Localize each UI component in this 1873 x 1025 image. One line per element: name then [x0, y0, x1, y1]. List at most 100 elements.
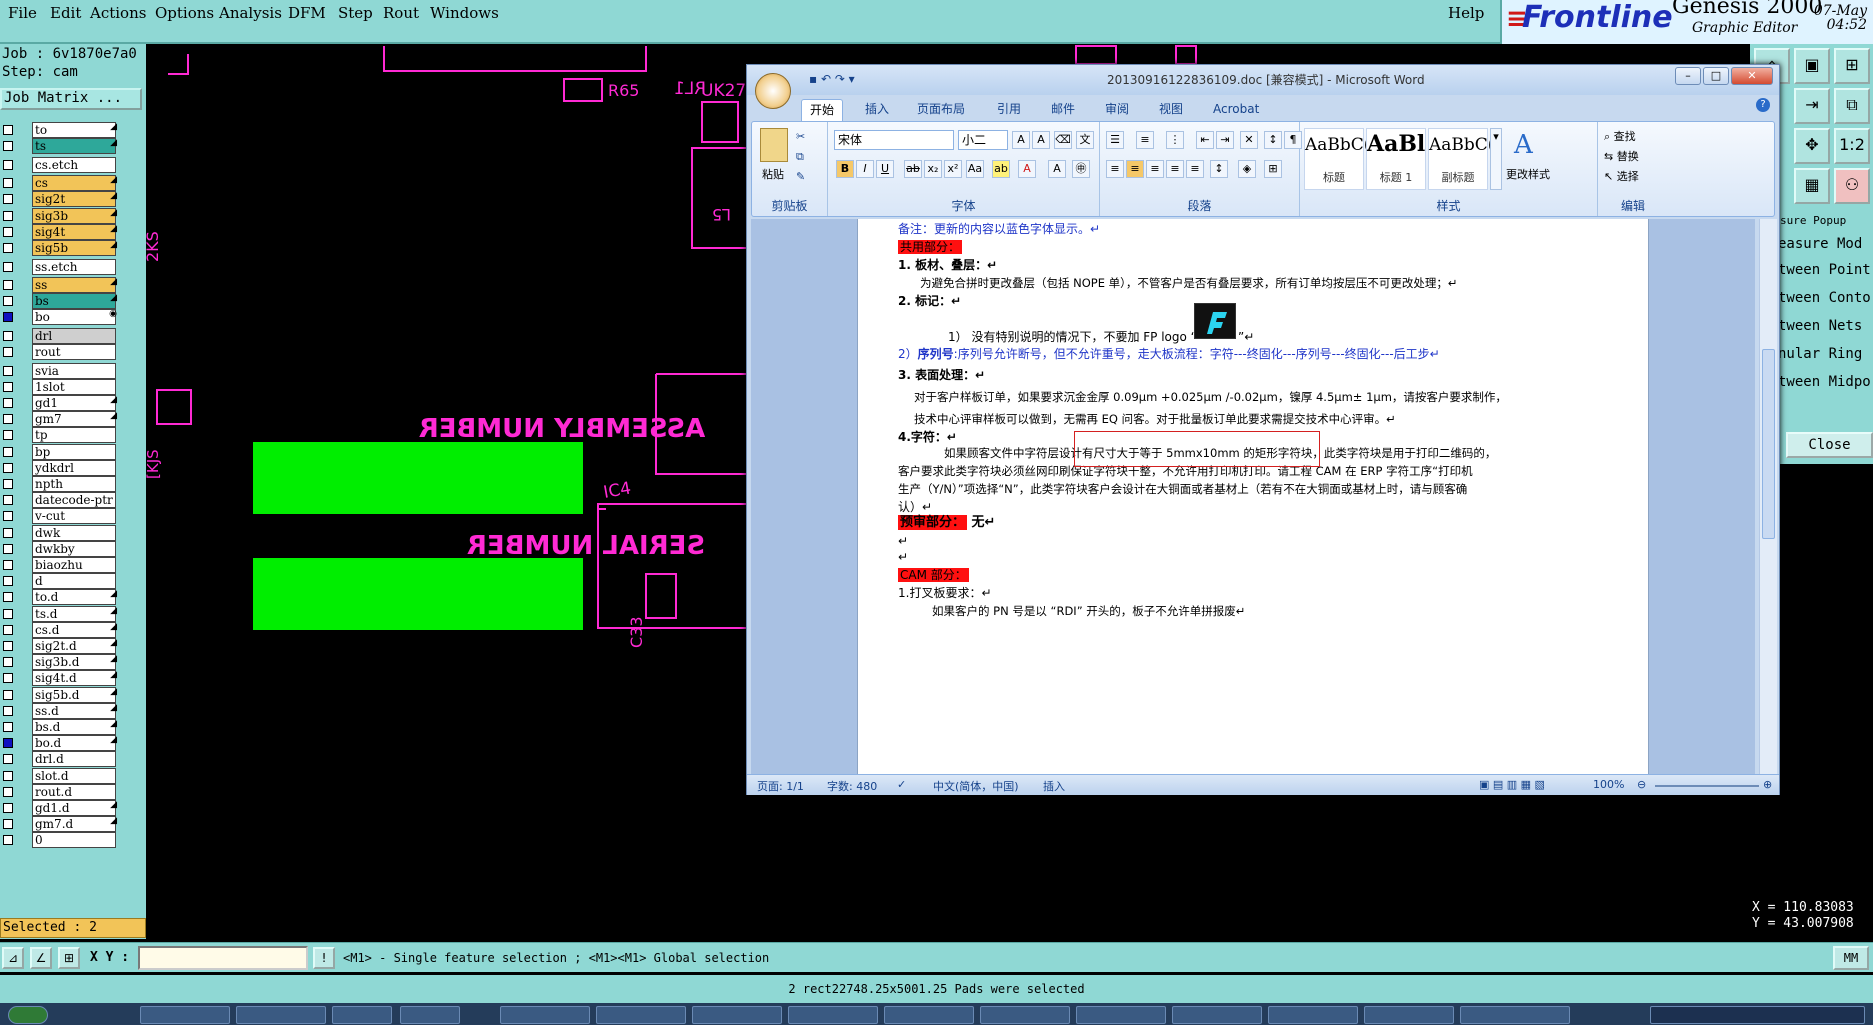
close-icon[interactable]: ✕ — [1731, 67, 1773, 85]
layer-name[interactable]: 0 — [32, 832, 116, 849]
layer-name[interactable]: datecode-ptr — [32, 492, 116, 509]
taskbar-item[interactable] — [500, 1006, 590, 1024]
tab-view[interactable]: 视图 — [1151, 99, 1191, 121]
layer-checkbox[interactable] — [3, 446, 13, 457]
layer-name[interactable]: d — [32, 573, 116, 590]
align-center-icon[interactable]: ≡ — [1126, 160, 1144, 178]
layer-name[interactable]: sig3b — [32, 207, 116, 224]
layer-name[interactable]: bp — [32, 443, 116, 460]
clear-format-icon[interactable]: ⌫ — [1054, 131, 1072, 149]
style-subtitle[interactable]: AaBbC( 副标题 — [1428, 128, 1494, 190]
measure-between-contours[interactable]: tween Conto — [1778, 290, 1873, 316]
layer-row[interactable]: bo ◉ — [0, 309, 118, 326]
layer-name[interactable]: drl — [32, 327, 116, 344]
document-area[interactable]: 备注：更新的内容以蓝色字体显示。↵ 共用部分： 1. 板材、叠层：↵ 为避免合拼… — [751, 219, 1755, 774]
serial-number-pad[interactable] — [253, 558, 583, 630]
layer-row[interactable]: sig5b.d ◢ — [0, 686, 118, 703]
tab-page-layout[interactable]: 页面布局 — [909, 99, 973, 121]
word-count[interactable]: 字数: 480 — [827, 778, 877, 794]
layer-name[interactable]: ss — [32, 277, 116, 293]
char-shading-icon[interactable]: A — [1048, 160, 1066, 178]
cut-icon[interactable]: ✂ — [796, 130, 805, 143]
taskbar-item[interactable] — [332, 1006, 392, 1024]
layer-checkbox[interactable] — [3, 673, 13, 684]
layer-row[interactable]: ts.d ◢ — [0, 605, 118, 622]
layer-checkbox[interactable] — [3, 641, 13, 651]
measure-icon[interactable]: ⚇ — [1834, 168, 1870, 204]
menu-file[interactable]: File — [8, 4, 37, 22]
layer-checkbox[interactable] — [3, 479, 13, 489]
layer-name[interactable]: sig5b — [32, 240, 116, 256]
zoom-slider[interactable] — [1655, 785, 1759, 787]
layer-row[interactable]: bs ◢ — [0, 293, 118, 310]
layer-checkbox[interactable] — [3, 280, 13, 290]
change-styles-label[interactable]: 更改样式 — [1506, 166, 1550, 182]
layer-name[interactable]: tp — [32, 427, 116, 444]
layer-row[interactable]: drl — [0, 327, 118, 344]
layer-checkbox[interactable] — [3, 803, 13, 813]
job-matrix-button[interactable]: Job Matrix ... — [0, 88, 142, 110]
layer-checkbox[interactable] — [3, 365, 13, 376]
shrink-font-icon[interactable]: A — [1032, 131, 1050, 149]
layer-name[interactable]: bs.d — [32, 719, 116, 735]
layer-checkbox[interactable] — [3, 178, 13, 189]
measure-close-button[interactable]: Close — [1786, 432, 1873, 458]
layer-row[interactable]: svia — [0, 362, 118, 379]
layer-checkbox[interactable] — [3, 722, 13, 732]
font-color-icon[interactable]: A — [1018, 160, 1036, 178]
layer-name[interactable]: dwk — [32, 524, 116, 541]
layer-row[interactable]: ss.etch — [0, 258, 118, 275]
measure-between-points[interactable]: tween Point — [1778, 262, 1873, 288]
multilevel-list-icon[interactable]: ⋮ — [1166, 131, 1184, 149]
start-button[interactable] — [8, 1006, 48, 1024]
highlight-icon[interactable]: ab — [992, 160, 1010, 178]
font-size-select[interactable]: 小二 — [958, 130, 1008, 150]
layer-name[interactable]: v-cut — [32, 508, 116, 525]
layer-name[interactable]: rout.d — [32, 783, 116, 800]
menu-dfm[interactable]: DFM — [288, 4, 326, 22]
taskbar-item[interactable] — [400, 1006, 460, 1024]
layer-row[interactable]: 0 — [0, 832, 118, 849]
tab-mailings[interactable]: 邮件 — [1043, 99, 1083, 121]
bullets-icon[interactable]: ☰ — [1106, 131, 1124, 149]
xy-input[interactable] — [138, 946, 308, 970]
layer-row[interactable]: gd1.d ◢ — [0, 800, 118, 816]
view-buttons[interactable]: ▣ ▤ ▥ ▦ ▧ — [1479, 778, 1545, 791]
page-count[interactable]: 页面: 1/1 — [757, 778, 804, 794]
layer-name[interactable]: svia — [32, 362, 116, 379]
layer-checkbox[interactable] — [3, 330, 13, 341]
layer-checkbox[interactable] — [3, 560, 13, 570]
menu-help[interactable]: Help — [1448, 4, 1484, 22]
layer-row[interactable]: v-cut — [0, 508, 118, 525]
layer-checkbox[interactable] — [3, 159, 13, 170]
select-button[interactable]: ↖ 选择 — [1604, 168, 1639, 184]
layer-row[interactable]: gd1 ◢ — [0, 395, 118, 411]
menu-windows[interactable]: Windows — [430, 4, 499, 22]
line-spacing-icon[interactable]: ↕ — [1210, 160, 1228, 178]
layer-row[interactable]: to ◢ — [0, 122, 118, 138]
layer-row[interactable]: sig2t ◢ — [0, 191, 118, 208]
fit-icon[interactable]: ⊞ — [1834, 48, 1870, 84]
style-title[interactable]: AaBbC( 标题 — [1304, 128, 1370, 190]
layer-checkbox[interactable] — [3, 462, 13, 473]
font-name-select[interactable]: 宋体 — [834, 130, 954, 150]
layer-checkbox[interactable] — [3, 226, 13, 237]
layer-checkbox[interactable] — [3, 398, 13, 408]
taskbar-item[interactable] — [692, 1006, 782, 1024]
layer-row[interactable]: sig4t ◢ — [0, 223, 118, 240]
taskbar-item[interactable] — [596, 1006, 686, 1024]
layer-row[interactable]: to.d ◢ — [0, 589, 118, 606]
layer-row[interactable]: biaozhu — [0, 557, 118, 573]
layer-name[interactable]: bo — [32, 309, 116, 326]
layer-name[interactable]: ss.etch — [32, 258, 116, 275]
layer-row[interactable]: tp — [0, 427, 118, 444]
layer-name[interactable]: 1slot — [32, 378, 116, 395]
measure-mode[interactable]: easure Mod — [1778, 236, 1873, 262]
alert-icon[interactable]: ! — [313, 947, 335, 969]
layer-checkbox[interactable] — [3, 243, 13, 253]
menu-actions[interactable]: Actions — [90, 4, 146, 22]
layer-checkbox[interactable] — [3, 381, 13, 392]
layer-name[interactable]: sig3b.d — [32, 654, 116, 671]
taskbar-item[interactable] — [980, 1006, 1070, 1024]
replace-button[interactable]: ⇆ 替换 — [1604, 148, 1639, 164]
